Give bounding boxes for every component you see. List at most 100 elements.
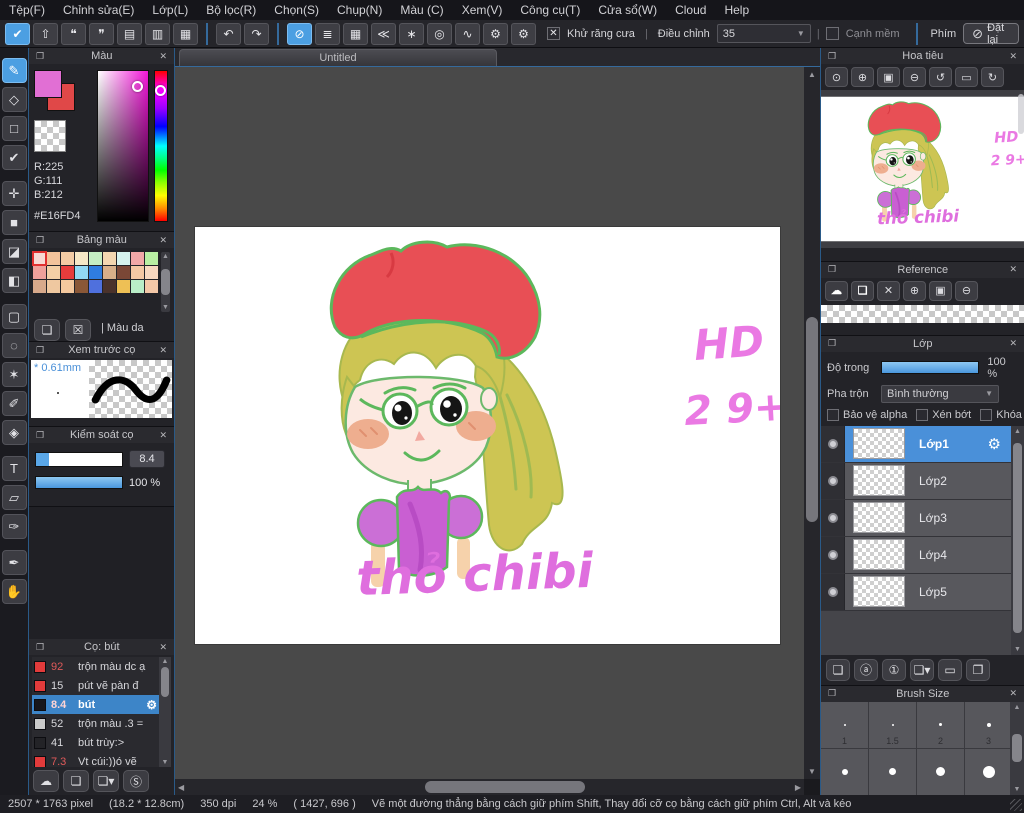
palette-swatch[interactable] — [117, 266, 130, 279]
reset-button[interactable]: ⊘ Đặt lại — [963, 22, 1019, 46]
add-8bit-layer-icon[interactable]: ⓐ — [854, 658, 878, 681]
scroll-up-icon[interactable]: ▲ — [1014, 428, 1021, 435]
brush-size-cell[interactable] — [917, 748, 964, 795]
brush-opacity-slider[interactable] — [35, 476, 123, 489]
palette-swatch[interactable] — [61, 280, 74, 293]
palette-scrollbar[interactable]: ▲ ▼ — [161, 252, 170, 312]
cloud-open-icon[interactable]: ☁ — [825, 280, 848, 301]
palette-swatch[interactable] — [33, 266, 46, 279]
scroll-left-icon[interactable]: ◀ — [178, 783, 184, 792]
speed-lines-icon[interactable]: ≪ — [371, 22, 396, 45]
export-icon[interactable]: ⇧ — [33, 22, 58, 45]
close-icon[interactable]: ✕ — [156, 51, 170, 62]
menu-item[interactable]: Chọn(S) — [265, 0, 328, 20]
no-correction-icon[interactable]: ⊘ — [287, 22, 312, 45]
snap-pen-tool[interactable]: ✔ — [1, 145, 27, 170]
palette-swatch[interactable] — [103, 266, 116, 279]
document-tab[interactable]: Untitled — [179, 49, 497, 66]
layer-visibility-toggle[interactable] — [827, 586, 838, 597]
layer-row[interactable]: Lớp5 ⚙ — [821, 573, 1011, 611]
palette-swatch[interactable] — [145, 266, 158, 279]
menu-item[interactable]: Công cụ(T) — [511, 0, 589, 20]
script-brush-icon[interactable]: Ⓢ — [123, 770, 149, 792]
layer-opacity-slider[interactable] — [881, 361, 980, 375]
close-icon[interactable]: ✕ — [1006, 338, 1020, 349]
gradient-tool[interactable]: ◧ — [1, 268, 27, 293]
palette-swatch[interactable] — [75, 280, 88, 293]
rotate-left-icon[interactable]: ↺ — [929, 67, 952, 87]
eraser-tool[interactable]: ◇ — [1, 87, 27, 112]
palette-swatch[interactable] — [33, 280, 46, 293]
canvas-vscrollbar[interactable]: ▲ ▼ — [804, 67, 820, 779]
brush-list-item[interactable]: 7.3 Vt cúi:))ó vẽ ⚙ — [32, 752, 159, 767]
sv-indicator[interactable] — [132, 81, 143, 92]
cloud-brush-icon[interactable]: ☁ — [33, 770, 59, 792]
palette-swatch[interactable] — [75, 252, 88, 265]
layer-row[interactable]: Lớp2 ⚙ — [821, 462, 1011, 500]
checklist-icon[interactable]: ▥ — [145, 22, 170, 45]
brush-size-slider[interactable] — [35, 451, 123, 467]
palette-swatch[interactable] — [89, 266, 102, 279]
palette-swatch[interactable] — [145, 252, 158, 265]
lock-checkbox[interactable]: ✕ — [980, 408, 993, 421]
scroll-up-icon[interactable]: ▲ — [1014, 704, 1021, 711]
hand-tool[interactable]: ✋ — [1, 579, 27, 604]
hue-indicator[interactable] — [155, 85, 166, 96]
popout-icon[interactable]: ❐ — [33, 430, 47, 441]
scroll-down-icon[interactable]: ▼ — [1014, 786, 1021, 793]
layer-scrollbar[interactable]: ▲ ▼ — [1011, 425, 1024, 655]
clipping-checkbox[interactable]: ✕ — [916, 408, 929, 421]
layer-row[interactable]: Lớp1 ⚙ — [821, 425, 1011, 463]
add-brush-menu-icon[interactable]: ❏▾ — [93, 770, 119, 792]
canvas-artwork[interactable] — [195, 227, 780, 644]
palette-swatch[interactable] — [131, 252, 144, 265]
zoom-out-icon[interactable]: ⊖ — [955, 280, 978, 301]
protect-alpha-checkbox[interactable]: ✕ — [827, 408, 839, 421]
popout-icon[interactable]: ❐ — [33, 642, 47, 653]
adjust-dropdown[interactable]: 35 ▼ — [716, 24, 811, 43]
scroll-down-icon[interactable]: ▼ — [1014, 646, 1021, 653]
rect-tool[interactable]: □ — [1, 116, 27, 141]
bucket-tool[interactable]: ◪ — [1, 239, 27, 264]
palette-swatch[interactable] — [117, 280, 130, 293]
clear-icon[interactable]: ✕ — [877, 280, 900, 301]
zoom-in-icon[interactable]: ⊕ — [903, 280, 926, 301]
text-tool[interactable]: T — [1, 456, 27, 481]
popout-icon[interactable]: ❐ — [33, 345, 47, 356]
soft-edge-checkbox[interactable]: ✕ — [825, 27, 839, 40]
brush-size-cell[interactable]: 1 — [821, 701, 868, 748]
grid-pattern-icon[interactable]: ▦ — [343, 22, 368, 45]
zoom-in-icon[interactable]: ⊕ — [851, 67, 874, 87]
scroll-up-icon[interactable]: ▲ — [808, 70, 816, 79]
chat-bubble-icon[interactable]: ❝ — [61, 22, 86, 45]
navigator-preview[interactable] — [821, 90, 1024, 248]
close-icon[interactable]: ✕ — [156, 642, 170, 653]
gear-icon[interactable]: ⚙ — [511, 22, 536, 45]
canvas-hscrollbar[interactable]: ◀ ▶ — [175, 779, 804, 795]
navigator-scrollbar[interactable] — [1018, 94, 1024, 134]
brush-size-cell[interactable] — [821, 748, 868, 795]
fit-screen-icon[interactable]: ▣ — [877, 67, 900, 87]
brush-list-item[interactable]: 8.4 bút ⚙ — [32, 695, 159, 714]
menu-item[interactable]: Bộ lọc(R) — [197, 0, 265, 20]
eyedropper-tool[interactable]: ✒ — [1, 550, 27, 575]
pen-tool[interactable]: ✑ — [1, 514, 27, 539]
gear-outline-icon[interactable]: ⚙ — [483, 22, 508, 45]
brush-size-cell[interactable]: 3 — [965, 701, 1012, 748]
brush-size-cell[interactable]: 1.5 — [869, 701, 916, 748]
brush-size-cell[interactable]: 2 — [917, 701, 964, 748]
add-brush-icon[interactable]: ❏ — [63, 770, 89, 792]
layer-visibility-toggle[interactable] — [827, 475, 838, 486]
zoom-actual-icon[interactable]: ⊙ — [825, 67, 848, 87]
popout-icon[interactable]: ❐ — [33, 235, 47, 246]
gear-icon[interactable]: ⚙ — [988, 435, 1001, 453]
palette-swatch[interactable] — [89, 280, 102, 293]
resize-grip[interactable] — [1010, 799, 1022, 811]
scroll-up-icon[interactable]: ▲ — [162, 253, 169, 260]
fit-screen-icon[interactable]: ▣ — [929, 280, 952, 301]
scroll-right-icon[interactable]: ▶ — [795, 783, 801, 792]
palette-swatch[interactable] — [131, 280, 144, 293]
palette-swatch[interactable] — [103, 280, 116, 293]
palette-swatch[interactable] — [32, 251, 47, 266]
saturation-value-picker[interactable] — [97, 70, 149, 222]
